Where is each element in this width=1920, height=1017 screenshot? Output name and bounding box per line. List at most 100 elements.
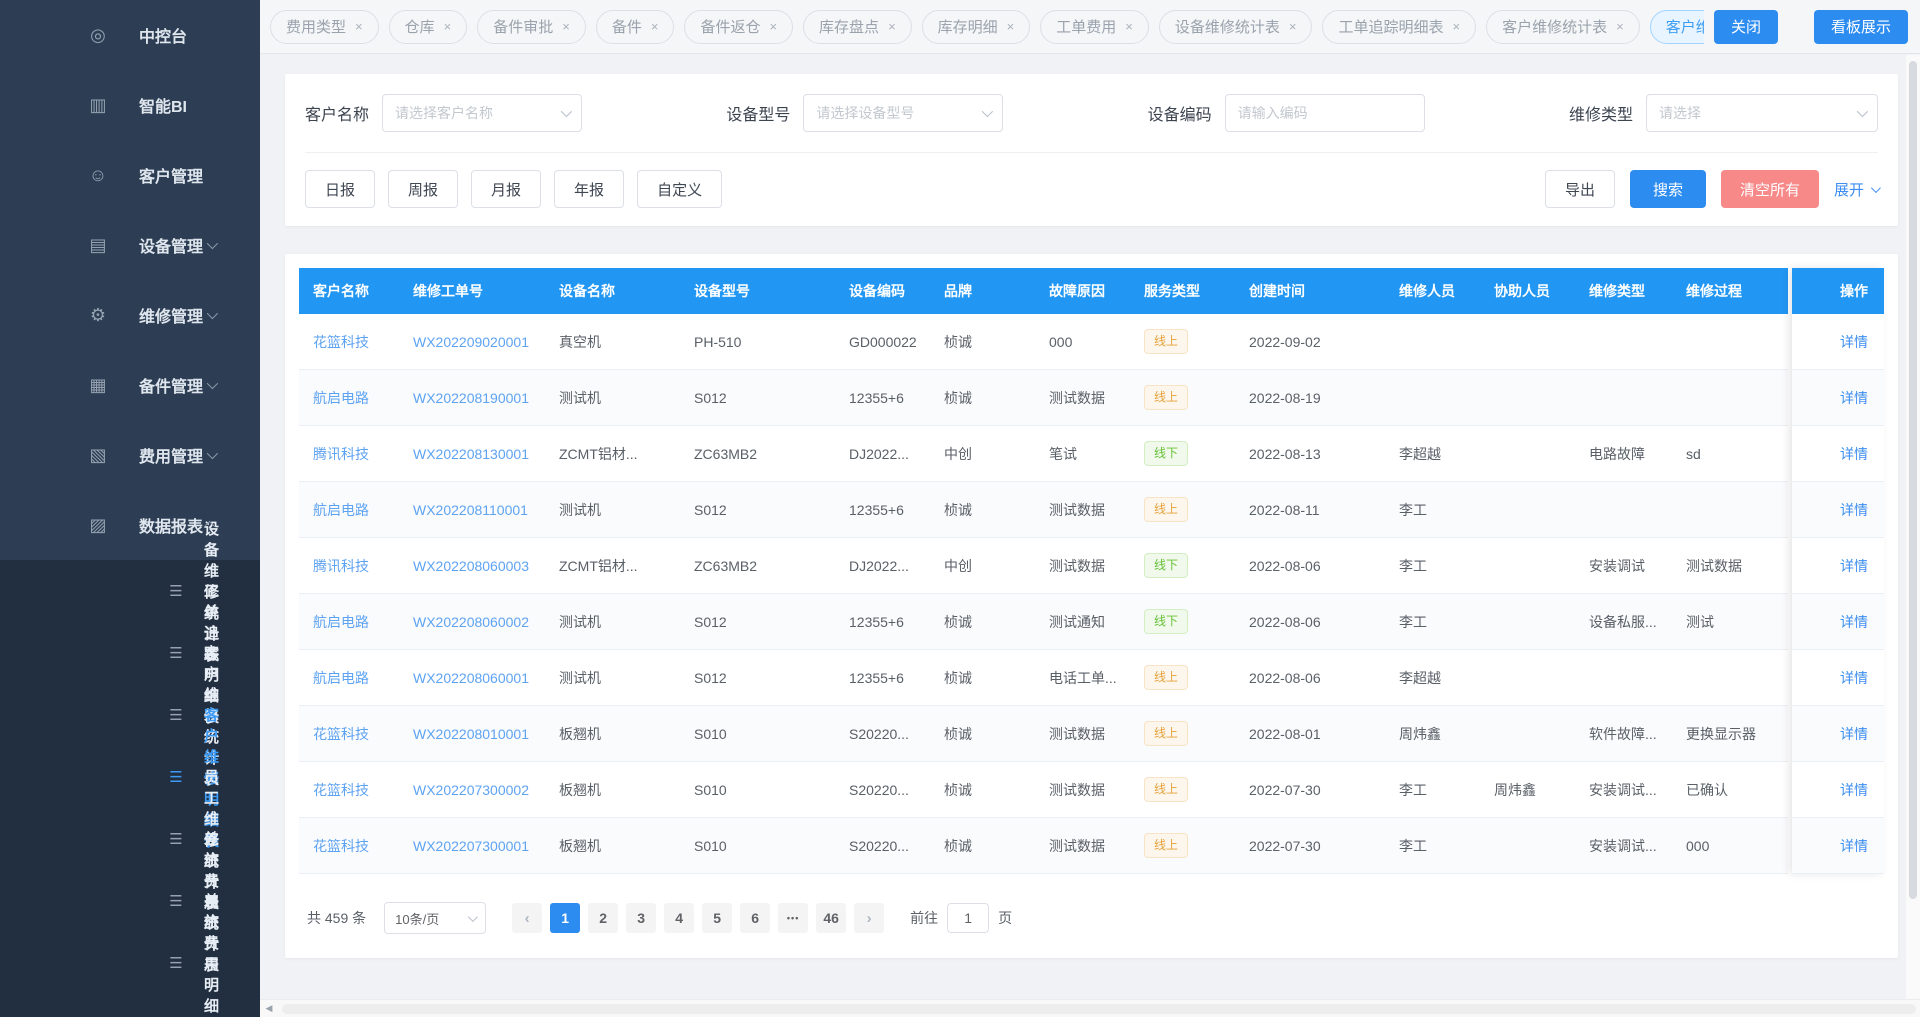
detail-link[interactable]: 详情 xyxy=(1840,836,1868,856)
detail-link[interactable]: 详情 xyxy=(1840,612,1868,632)
tab-pill[interactable]: 备件返仓 × xyxy=(684,10,793,44)
scroll-left-arrow-icon[interactable]: ◀ xyxy=(260,1003,278,1014)
sidebar-item[interactable]: ▤ 设备管理 xyxy=(0,210,260,280)
filter-input[interactable] xyxy=(1659,105,1857,121)
order-number-link[interactable]: WX202207300002 xyxy=(413,782,529,798)
tab-pill[interactable]: 设备维修统计表 × xyxy=(1159,10,1313,44)
filter-control[interactable] xyxy=(1646,94,1878,132)
close-icon[interactable]: × xyxy=(769,20,777,33)
tab-pill[interactable]: 费用类型 × xyxy=(270,10,379,44)
goto-page-input[interactable] xyxy=(947,903,989,933)
sidebar-item[interactable]: ☰ 员工维修统计表 xyxy=(0,808,260,870)
order-number-link[interactable]: WX202208130001 xyxy=(413,446,529,462)
export-button[interactable]: 导出 xyxy=(1545,170,1615,208)
report-range-button[interactable]: 周报 xyxy=(388,170,458,208)
vertical-scrollbar-thumb[interactable] xyxy=(1909,61,1917,899)
page-button[interactable]: 46 xyxy=(816,903,846,933)
page-button[interactable]: 3 xyxy=(626,903,656,933)
search-button[interactable]: 搜索 xyxy=(1630,170,1706,208)
sidebar-item[interactable]: ☰ 差旅费用明细表 xyxy=(0,932,260,994)
detail-link[interactable]: 详情 xyxy=(1840,668,1868,688)
detail-link[interactable]: 详情 xyxy=(1840,500,1868,520)
clear-all-button[interactable]: 清空所有 xyxy=(1721,170,1819,208)
filter-input[interactable] xyxy=(395,105,561,121)
expand-toggle[interactable]: 展开 xyxy=(1834,179,1878,200)
filter-input[interactable] xyxy=(816,105,982,121)
customer-link[interactable]: 腾讯科技 xyxy=(313,558,369,574)
report-range-button[interactable]: 年报 xyxy=(554,170,624,208)
sidebar-item[interactable]: ☺ 客户管理 xyxy=(0,140,260,210)
filter-input[interactable] xyxy=(1238,105,1412,121)
page-button[interactable]: 2 xyxy=(588,903,618,933)
tab-pill[interactable]: 备件审批 × xyxy=(477,10,586,44)
close-icon[interactable]: × xyxy=(1453,20,1461,33)
detail-link[interactable]: 详情 xyxy=(1840,556,1868,576)
next-page-button[interactable]: › xyxy=(854,903,884,933)
detail-link[interactable]: 详情 xyxy=(1840,332,1868,352)
close-icon[interactable]: × xyxy=(562,20,570,33)
sidebar-item[interactable]: ☰ 设备维修统计表 xyxy=(0,560,260,622)
page-button[interactable]: ••• xyxy=(778,903,808,933)
order-number-link[interactable]: WX202208060002 xyxy=(413,614,529,630)
customer-link[interactable]: 花篮科技 xyxy=(313,726,369,742)
detail-link[interactable]: 详情 xyxy=(1840,780,1868,800)
order-number-link[interactable]: WX202208190001 xyxy=(413,390,529,406)
filter-control[interactable] xyxy=(382,94,582,132)
tab-pill[interactable]: 仓库 × xyxy=(389,10,468,44)
customer-link[interactable]: 花篮科技 xyxy=(313,782,369,798)
sidebar-item[interactable]: ☰ 客户维修统计表 xyxy=(0,684,260,746)
sidebar-item[interactable]: ☰ 差旅费用统计表 xyxy=(0,870,260,932)
report-range-button[interactable]: 月报 xyxy=(471,170,541,208)
close-icon[interactable]: × xyxy=(355,20,363,33)
close-icon[interactable]: × xyxy=(1616,20,1624,33)
sidebar-item[interactable]: ▨ 数据报表 xyxy=(0,490,260,560)
detail-link[interactable]: 详情 xyxy=(1840,444,1868,464)
order-number-link[interactable]: WX202208060003 xyxy=(413,558,529,574)
horizontal-scrollbar-thumb[interactable] xyxy=(282,1004,1916,1014)
tab-pill[interactable]: 备件 × xyxy=(596,10,675,44)
close-icon[interactable]: × xyxy=(444,20,452,33)
filter-control[interactable] xyxy=(803,94,1003,132)
customer-link[interactable]: 花篮科技 xyxy=(313,334,369,350)
sidebar-item[interactable]: ▦ 备件管理 xyxy=(0,350,260,420)
order-number-link[interactable]: WX202209020001 xyxy=(413,334,529,350)
sidebar-item[interactable]: ◎ 中控台 xyxy=(0,0,260,70)
sidebar-item[interactable]: ▧ 费用管理 xyxy=(0,420,260,490)
order-number-link[interactable]: WX202208010001 xyxy=(413,726,529,742)
page-size-select[interactable]: 10条/页 xyxy=(384,902,486,934)
close-all-button[interactable]: 关闭 xyxy=(1714,10,1778,44)
tab-pill[interactable]: 库存盘点 × xyxy=(803,10,912,44)
sidebar-item[interactable]: ⚙ 维修管理 xyxy=(0,280,260,350)
order-number-link[interactable]: WX202208060001 xyxy=(413,670,529,686)
sidebar-item[interactable]: ▥ 智能BI xyxy=(0,70,260,140)
board-display-button[interactable]: 看板展示 xyxy=(1814,10,1908,44)
order-number-link[interactable]: WX202208110001 xyxy=(413,502,528,518)
close-icon[interactable]: × xyxy=(651,20,659,33)
report-range-button[interactable]: 自定义 xyxy=(637,170,722,208)
tab-pill[interactable]: 客户维修明细表 × xyxy=(1650,10,1704,44)
page-button[interactable]: 5 xyxy=(702,903,732,933)
detail-link[interactable]: 详情 xyxy=(1840,724,1868,744)
sidebar-item[interactable]: ☰ 客户维修明细表 xyxy=(0,746,260,808)
customer-link[interactable]: 航启电路 xyxy=(313,390,369,406)
order-number-link[interactable]: WX202207300001 xyxy=(413,838,529,854)
customer-link[interactable]: 花篮科技 xyxy=(313,838,369,854)
tab-pill[interactable]: 工单追踪明细表 × xyxy=(1322,10,1476,44)
tab-pill[interactable]: 工单费用 × xyxy=(1040,10,1149,44)
close-icon[interactable]: × xyxy=(1007,20,1015,33)
close-icon[interactable]: × xyxy=(888,20,896,33)
customer-link[interactable]: 航启电路 xyxy=(313,670,369,686)
close-icon[interactable]: × xyxy=(1289,20,1297,33)
prev-page-button[interactable]: ‹ xyxy=(512,903,542,933)
customer-link[interactable]: 航启电路 xyxy=(313,502,369,518)
tab-pill[interactable]: 客户维修统计表 × xyxy=(1486,10,1640,44)
customer-link[interactable]: 腾讯科技 xyxy=(313,446,369,462)
tab-pill[interactable]: 库存明细 × xyxy=(922,10,1031,44)
filter-control[interactable] xyxy=(1225,94,1425,132)
page-button[interactable]: 1 xyxy=(550,903,580,933)
page-button[interactable]: 4 xyxy=(664,903,694,933)
close-icon[interactable]: × xyxy=(1125,20,1133,33)
detail-link[interactable]: 详情 xyxy=(1840,388,1868,408)
sidebar-item[interactable]: ☰ 工单追踪明细表 xyxy=(0,622,260,684)
report-range-button[interactable]: 日报 xyxy=(305,170,375,208)
